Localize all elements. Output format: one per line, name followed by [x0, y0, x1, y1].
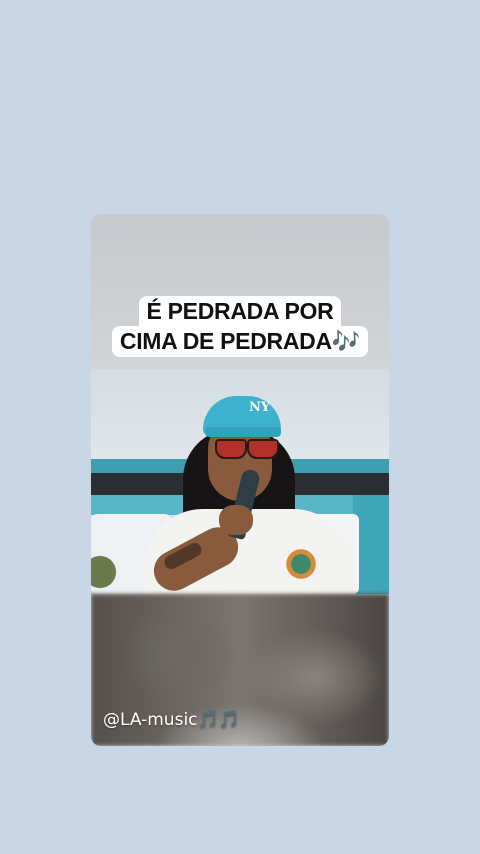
cap-brim — [205, 427, 281, 437]
cap-logo: NY — [249, 400, 271, 415]
sunglasses-left — [215, 439, 247, 459]
caption-line-2: CIMA DE PEDRADA🎶 — [111, 326, 369, 357]
shirt-print — [281, 539, 321, 589]
video-frame[interactable]: NY — [91, 369, 389, 594]
performer-hand — [219, 505, 253, 535]
caption-line-1: É PEDRADA POR — [138, 296, 342, 327]
watermark-handle: @LA-music — [103, 710, 198, 730]
caption-box: É PEDRADA POR CIMA DE PEDRADA🎶 — [91, 296, 389, 357]
sunglasses-right — [247, 439, 279, 459]
story-card[interactable]: NY É PEDRADA POR CIMA DE PEDRADA🎶 @LA-mu… — [91, 214, 389, 746]
music-notes-icon: 🎵🎵 — [197, 710, 240, 730]
plant — [91, 539, 121, 594]
watermark: @LA-music🎵🎵 — [103, 710, 240, 730]
